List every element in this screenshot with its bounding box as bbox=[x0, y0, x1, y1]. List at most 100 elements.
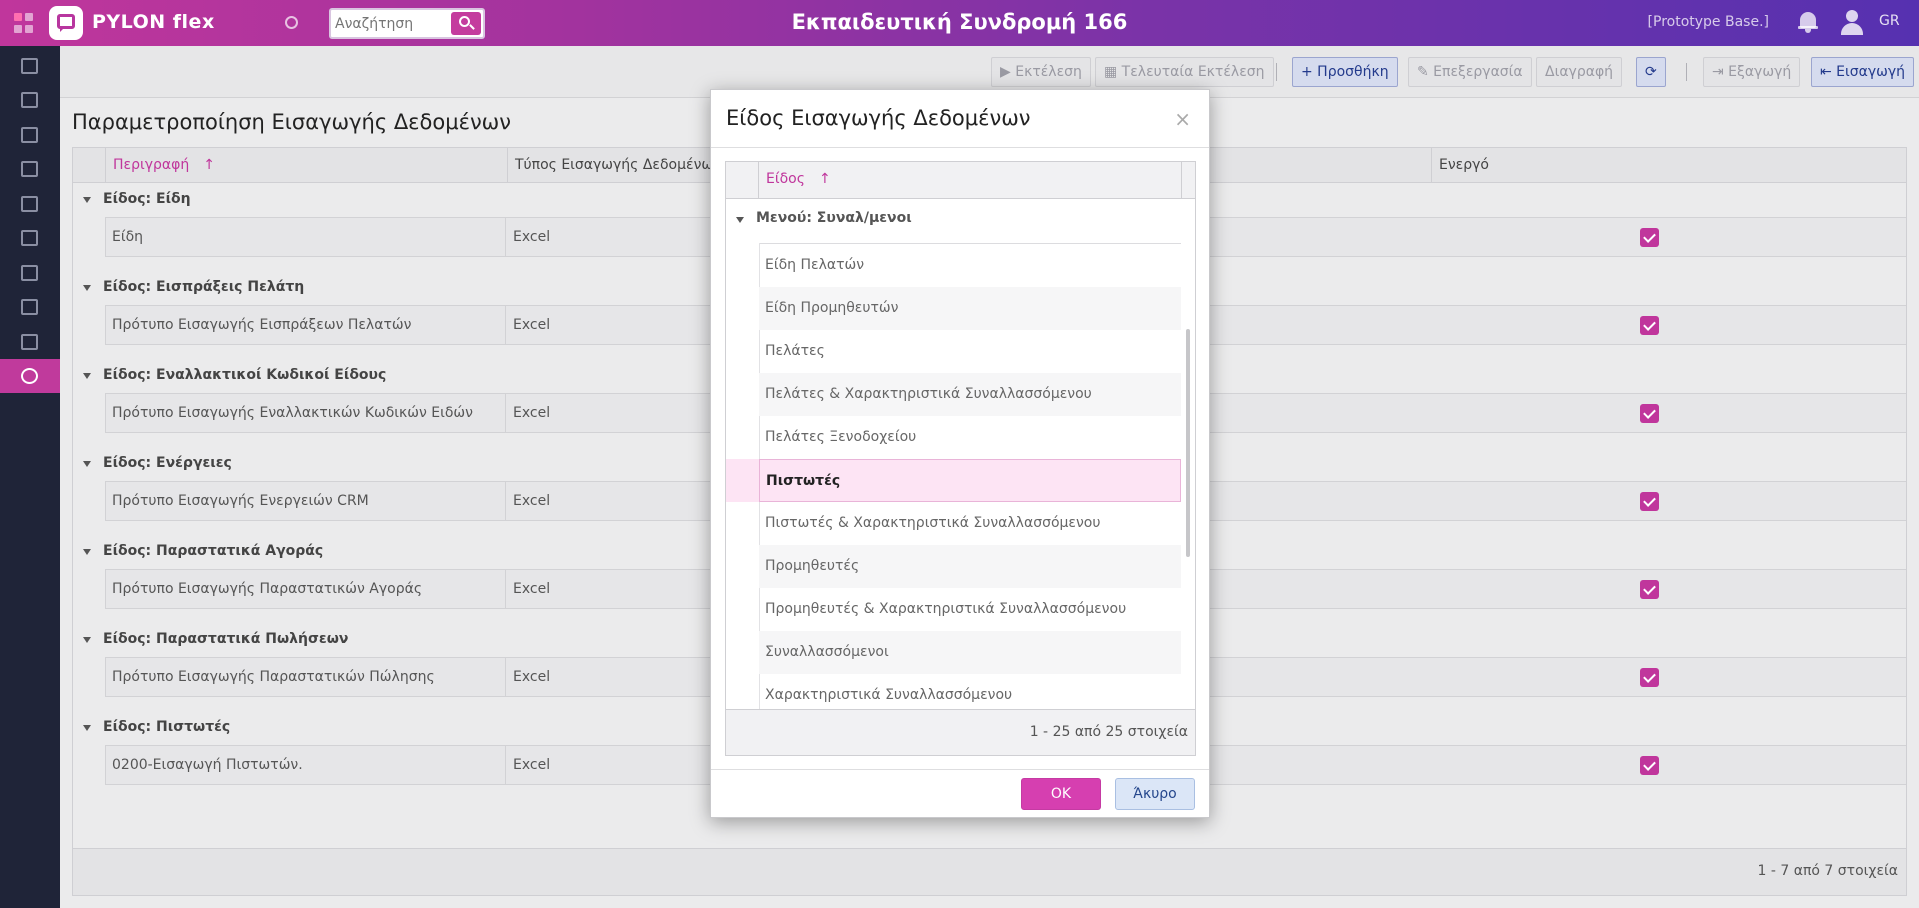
report-icon bbox=[21, 334, 38, 350]
handshake-icon bbox=[21, 161, 38, 177]
pager-info: 1 - 7 από 7 στοιχεία bbox=[1757, 863, 1898, 879]
last-execute-button[interactable]: ▦ Τελευταία Εκτέλεση bbox=[1095, 57, 1274, 87]
refresh-button[interactable]: ⟳ bbox=[1636, 57, 1666, 87]
logo-text: PYLON flex bbox=[92, 11, 215, 33]
delete-button[interactable]: Διαγραφή bbox=[1536, 57, 1623, 87]
list-item-label: Πελάτες & Χαρακτηριστικά Συναλλασσόμενου bbox=[765, 386, 1092, 402]
sidebar-item-store[interactable] bbox=[0, 83, 60, 117]
execute-button[interactable]: ▶ Εκτέλεση bbox=[991, 57, 1091, 87]
import-type-list: Είδος ↑ Μενού: Συναλ/μενοι Είδη Πελατών Εί… bbox=[725, 161, 1196, 756]
active-checkbox[interactable] bbox=[1640, 668, 1659, 687]
edit-button[interactable]: ✎ Επεξεργασία bbox=[1408, 57, 1532, 87]
row-type: Excel bbox=[513, 669, 551, 685]
collapse-triangle-icon[interactable] bbox=[83, 285, 91, 291]
list-item-label: Πιστωτές bbox=[766, 473, 841, 489]
language-selector[interactable]: GR bbox=[1879, 13, 1900, 29]
dialog-footer: OK Άκυρο bbox=[711, 769, 1209, 817]
sidebar-item-settings[interactable] bbox=[0, 359, 60, 393]
search-input[interactable] bbox=[335, 12, 451, 35]
user-icon[interactable] bbox=[1840, 9, 1864, 35]
active-checkbox[interactable] bbox=[1640, 228, 1659, 247]
active-checkbox[interactable] bbox=[1640, 580, 1659, 599]
grid-pager: 1 - 7 από 7 στοιχεία bbox=[73, 848, 1906, 895]
list-scrollbar[interactable] bbox=[1186, 329, 1190, 557]
sidebar-item-accounting[interactable] bbox=[0, 256, 60, 290]
list-item[interactable]: Πιστωτές & Χαρακτηριστικά Συναλλασσόμενο… bbox=[759, 502, 1181, 545]
list-item-label: Είδη Προμηθευτών bbox=[765, 300, 899, 316]
close-icon[interactable]: × bbox=[1174, 107, 1191, 131]
collapse-triangle-icon[interactable] bbox=[736, 217, 744, 223]
search-box bbox=[329, 8, 485, 39]
bell-icon[interactable] bbox=[1797, 10, 1819, 34]
store-icon bbox=[21, 92, 38, 108]
cancel-button[interactable]: Άκυρο bbox=[1115, 778, 1195, 810]
collapse-triangle-icon[interactable] bbox=[83, 637, 91, 643]
active-checkbox[interactable] bbox=[1640, 316, 1659, 335]
sort-up-icon: ↑ bbox=[818, 171, 831, 187]
book-icon bbox=[21, 196, 38, 212]
group-title: Είδος: Παραστατικά Αγοράς bbox=[103, 543, 324, 559]
active-checkbox[interactable] bbox=[1640, 492, 1659, 511]
list-item[interactable]: Πελάτες Ξενοδοχείου bbox=[759, 416, 1181, 459]
selected-row-marker bbox=[726, 459, 759, 502]
status-circle-icon bbox=[285, 16, 298, 29]
sort-up-icon: ↑ bbox=[203, 157, 215, 173]
row-description: Πρότυπο Εισαγωγής Παραστατικών Αγοράς bbox=[105, 570, 506, 608]
list-item[interactable]: Πελάτες bbox=[759, 330, 1181, 373]
sidebar-item-shipping[interactable] bbox=[0, 290, 60, 324]
active-checkbox[interactable] bbox=[1640, 756, 1659, 775]
sidebar-item-finance[interactable] bbox=[0, 118, 60, 152]
list-item-label: Πελάτες bbox=[765, 343, 825, 359]
column-header-description[interactable]: Περιγραφή ↑ bbox=[105, 148, 507, 183]
row-type: Excel bbox=[513, 317, 551, 333]
list-item[interactable]: Προμηθευτές bbox=[759, 545, 1181, 588]
search-button[interactable] bbox=[451, 12, 481, 35]
row-description: 0200-Εισαγωγή Πιστωτών. bbox=[105, 746, 506, 784]
row-type: Excel bbox=[513, 493, 551, 509]
add-button[interactable]: + Προσθήκη bbox=[1292, 57, 1398, 87]
contact-card-icon bbox=[21, 230, 38, 246]
list-item-label: Πελάτες Ξενοδοχείου bbox=[765, 429, 917, 445]
page-title: Παραμετροποίηση Εισαγωγής Δεδομένων bbox=[72, 110, 511, 134]
list-item[interactable]: Προμηθευτές & Χαρακτηριστικά Συναλλασσόμ… bbox=[759, 588, 1181, 631]
group-title: Είδος: Πιστωτές bbox=[103, 719, 231, 735]
row-description: Πρότυπο Εισαγωγής Εισπράξεων Πελατών bbox=[105, 306, 506, 344]
collapse-triangle-icon[interactable] bbox=[83, 373, 91, 379]
export-button[interactable]: ⇥ Εξαγωγή bbox=[1703, 57, 1801, 87]
list-item[interactable]: Είδη Πελατών bbox=[759, 244, 1181, 287]
sidebar-item-books[interactable] bbox=[0, 187, 60, 221]
group-title: Είδος: Είδη bbox=[103, 191, 191, 207]
toolbar-separator bbox=[1686, 63, 1687, 81]
list-item-label: Είδη Πελατών bbox=[765, 257, 865, 273]
active-checkbox[interactable] bbox=[1640, 404, 1659, 423]
dialog-header: Είδος Εισαγωγής Δεδομένων × bbox=[711, 90, 1209, 148]
list-item[interactable]: Πιστωτές bbox=[759, 459, 1181, 502]
database-label: [Prototype Base.] bbox=[1647, 14, 1769, 30]
list-item[interactable]: Είδη Προμηθευτών bbox=[759, 287, 1181, 330]
collapse-triangle-icon[interactable] bbox=[83, 461, 91, 467]
ok-button[interactable]: OK bbox=[1021, 778, 1101, 810]
sidebar-item-contacts[interactable] bbox=[0, 221, 60, 255]
row-type: Excel bbox=[513, 229, 551, 245]
pylon-logo-icon bbox=[49, 6, 83, 40]
list-body[interactable]: Μενού: Συναλ/μενοι Είδη Πελατών Είδη Προμ… bbox=[726, 199, 1195, 709]
list-item[interactable]: Χαρακτηριστικά Συναλλασσόμενου bbox=[759, 674, 1181, 709]
scale-icon bbox=[21, 265, 38, 281]
collapse-triangle-icon[interactable] bbox=[83, 549, 91, 555]
sidebar bbox=[0, 46, 60, 908]
collapse-triangle-icon[interactable] bbox=[83, 197, 91, 203]
import-button[interactable]: ⇤ Εισαγωγή bbox=[1811, 57, 1915, 87]
apps-grid-icon[interactable] bbox=[14, 13, 34, 33]
column-header-active[interactable]: Ενεργό bbox=[1431, 148, 1906, 183]
selector-column bbox=[726, 162, 759, 198]
list-item[interactable]: Συναλλασσόμενοι bbox=[759, 631, 1181, 674]
top-bar: PYLON flex Εκπαιδευτική Συνδρομή 166 [Pr… bbox=[0, 0, 1919, 46]
column-header-kind[interactable]: Είδος ↑ bbox=[766, 171, 831, 187]
list-item[interactable]: Πελάτες & Χαρακτηριστικά Συναλλασσόμενου bbox=[759, 373, 1181, 416]
sidebar-item-documents[interactable] bbox=[0, 49, 60, 83]
group-row[interactable]: Μενού: Συναλ/μενοι bbox=[726, 209, 1181, 237]
collapse-triangle-icon[interactable] bbox=[83, 725, 91, 731]
list-item-label: Συναλλασσόμενοι bbox=[765, 644, 889, 660]
sidebar-item-reports[interactable] bbox=[0, 325, 60, 359]
sidebar-item-partners[interactable] bbox=[0, 152, 60, 186]
